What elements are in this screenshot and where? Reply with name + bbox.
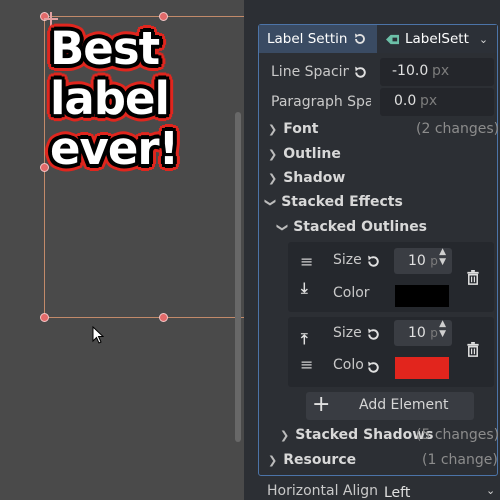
spin-arrows-icon[interactable]: ▲ ▼: [439, 319, 446, 339]
resource-tabs: Label Settin LabelSett ⌄: [259, 25, 497, 53]
horizontal-alignment-value: Left: [384, 485, 411, 500]
element-2-size-value: 10: [408, 325, 426, 341]
line-spacing-value: -10.0: [392, 63, 429, 79]
paragraph-spacing-label: Paragraph Spa: [271, 94, 371, 110]
line-spacing-label: Line Spacin: [271, 64, 349, 80]
mouse-cursor-icon: [92, 326, 104, 344]
tab-label-settings[interactable]: Label Settin: [259, 25, 377, 53]
move-up-icon[interactable]: ⤒: [301, 330, 308, 348]
element-2-color-swatch[interactable]: [395, 357, 449, 379]
chevron-right-icon: ❯: [268, 172, 278, 185]
horizontal-alignment-label: Horizontal Align: [267, 483, 379, 499]
line-spacing-field[interactable]: -10.0 px: [380, 58, 494, 86]
chevron-down-icon: ⌄: [486, 484, 496, 497]
tab-label-settings-resource-text: LabelSett: [405, 31, 469, 47]
element-1-color-label: Color: [333, 285, 370, 301]
font-changes-count: (2 changes): [416, 121, 500, 137]
label-line-1: Best: [50, 22, 160, 75]
chevron-right-icon: ❯: [268, 148, 278, 161]
section-stacked-outlines-label: Stacked Outlines: [293, 219, 428, 235]
section-font-label: Font: [283, 121, 319, 137]
line-spacing-unit: px: [432, 63, 450, 79]
element-1-size-unit: px: [430, 254, 438, 268]
section-outline[interactable]: ❯ Outline: [268, 146, 341, 162]
spin-arrows-icon[interactable]: ▲ ▼: [439, 247, 446, 267]
paragraph-spacing-field[interactable]: 0.0 px: [380, 88, 494, 116]
revert-icon[interactable]: [366, 360, 381, 375]
resize-handle-bottom-left[interactable]: [40, 313, 49, 322]
stacked-outline-element-2: [288, 317, 494, 387]
chevron-right-icon: ❯: [268, 454, 278, 467]
move-down-icon[interactable]: ⤓: [301, 279, 308, 297]
label-preview-text[interactable]: Best label ever!: [44, 24, 244, 174]
chevron-right-icon: ❯: [268, 123, 278, 136]
section-stacked-shadows-label: Stacked Shadows: [295, 427, 434, 443]
revert-icon[interactable]: [353, 65, 368, 80]
drag-handle-icon[interactable]: ≡: [300, 252, 313, 271]
add-element-label: Add Element: [359, 397, 449, 413]
section-resource[interactable]: ❯ Resource: [268, 452, 356, 468]
element-2-color-label: Colo: [333, 357, 364, 373]
resize-handle-top-center[interactable]: [159, 12, 168, 21]
trash-icon[interactable]: [466, 342, 480, 357]
element-1-color-swatch[interactable]: [395, 285, 449, 307]
resource-changes-count: (1 change): [422, 452, 498, 468]
element-1-size-field[interactable]: 10 px ▲▼: [394, 247, 452, 274]
revert-icon[interactable]: [366, 254, 381, 269]
label-line-2: label: [50, 72, 170, 125]
resize-handle-bottom-center[interactable]: [159, 313, 168, 322]
add-element-button[interactable]: + Add Element: [306, 392, 474, 420]
paragraph-spacing-value: 0.0: [394, 93, 417, 109]
section-stacked-effects[interactable]: ❯ Stacked Effects: [264, 194, 403, 210]
stacked-shadows-changes-count: (5 changes): [416, 427, 500, 443]
trash-icon[interactable]: [466, 270, 480, 285]
element-2-size-unit: px: [430, 326, 438, 340]
element-2-size-field[interactable]: 10 px ▲▼: [394, 319, 452, 346]
canvas-viewport[interactable]: Best label ever!: [0, 0, 264, 500]
tab-label-settings-resource[interactable]: LabelSett ⌄: [377, 25, 497, 53]
chevron-down-icon: ❯: [276, 222, 290, 233]
section-stacked-outlines[interactable]: ❯ Stacked Outlines: [276, 219, 428, 235]
plus-icon: +: [312, 392, 331, 417]
section-outline-label: Outline: [283, 146, 341, 162]
label-line-3: ever!: [50, 122, 179, 175]
section-font[interactable]: ❯ Font: [268, 121, 319, 137]
label-settings-resource-icon: [386, 34, 399, 44]
paragraph-spacing-unit: px: [420, 93, 438, 109]
chevron-right-icon: ❯: [280, 429, 290, 442]
stacked-outline-element-1: [288, 242, 494, 312]
element-2-size-label: Size: [333, 325, 362, 341]
section-stacked-shadows[interactable]: ❯ Stacked Shadows: [280, 427, 433, 443]
element-1-size-value: 10: [408, 253, 426, 269]
reload-icon[interactable]: [353, 32, 367, 46]
section-stacked-effects-label: Stacked Effects: [281, 194, 403, 210]
drag-handle-icon[interactable]: ≡: [300, 355, 313, 374]
chevron-down-icon[interactable]: ⌄: [479, 33, 488, 46]
section-resource-label: Resource: [283, 452, 357, 468]
revert-icon[interactable]: [366, 327, 381, 342]
horizontal-alignment-row[interactable]: Horizontal Align Left ⌄: [259, 482, 500, 500]
tab-label-settings-text: Label Settin: [267, 31, 348, 47]
viewport-vertical-scrollbar[interactable]: [235, 112, 241, 442]
section-shadow-label: Shadow: [283, 170, 346, 186]
section-shadow[interactable]: ❯ Shadow: [268, 170, 345, 186]
chevron-down-icon: ❯: [264, 197, 278, 208]
element-1-size-label: Size: [333, 252, 362, 268]
